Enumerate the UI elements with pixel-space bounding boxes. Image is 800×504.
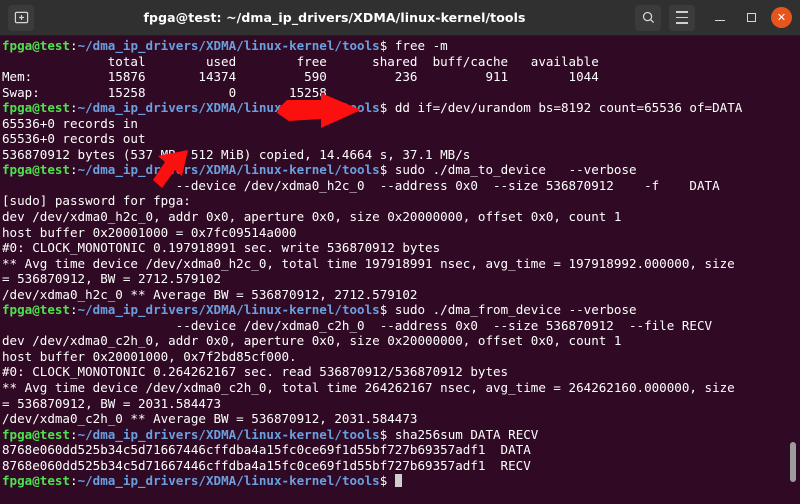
terminal-output-line: host buffer 0x20001000 = 0x7fc09514a000 bbox=[2, 225, 800, 241]
new-tab-icon[interactable] bbox=[8, 4, 34, 31]
terminal-output-text: #0: CLOCK_MONOTONIC 0.264262167 sec. rea… bbox=[2, 364, 509, 380]
terminal-output-line: 8768e060dd525b34c5d71667446cffdba4a15fc0… bbox=[2, 458, 800, 474]
terminal-prompt-line: fpga@test:~/dma_ip_drivers/XDMA/linux-ke… bbox=[2, 162, 800, 178]
prompt-path: ~/dma_ip_drivers/XDMA/linux-kernel/tools bbox=[77, 426, 380, 442]
terminal-output-text: [sudo] password for fpga: bbox=[2, 193, 191, 209]
terminal-output-line: = 536870912, BW = 2031.584473 bbox=[2, 396, 800, 412]
terminal-output-text: /dev/xdma0_h2c_0 ** Average BW = 5368709… bbox=[2, 286, 418, 302]
terminal-output-text: 8768e060dd525b34c5d71667446cffdba4a15fc0… bbox=[2, 457, 531, 473]
terminal-output-text: Swap: 15258 0 15258 bbox=[2, 84, 327, 100]
search-icon[interactable] bbox=[635, 4, 661, 31]
terminal-output-text: /dev/xdma0_c2h_0 ** Average BW = 5368709… bbox=[2, 411, 418, 427]
terminal-output-line: [sudo] password for fpga: bbox=[2, 193, 800, 209]
terminal-command: sha256sum DATA RECV bbox=[387, 426, 539, 442]
terminal-output-line: 536870912 bytes (537 MB, 512 MiB) copied… bbox=[2, 147, 800, 163]
terminal-output-text: dev /dev/xdma0_c2h_0, addr 0x0, aperture… bbox=[2, 333, 622, 349]
terminal-prompt-line: fpga@test:~/dma_ip_drivers/XDMA/linux-ke… bbox=[2, 38, 800, 54]
prompt-colon: : bbox=[70, 162, 78, 178]
prompt-user-host: fpga@test bbox=[2, 100, 70, 116]
terminal-output-text: --device /dev/xdma0_h2c_0 --address 0x0 … bbox=[2, 177, 720, 193]
terminal-command: sudo ./dma_to_device --verbose bbox=[387, 162, 637, 178]
prompt-colon: : bbox=[70, 38, 78, 53]
window-title: fpga@test: ~/dma_ip_drivers/XDMA/linux-k… bbox=[143, 10, 526, 25]
prompt-path: ~/dma_ip_drivers/XDMA/linux-kernel/tools bbox=[77, 473, 380, 489]
terminal-output-line: dev /dev/xdma0_c2h_0, addr 0x0, aperture… bbox=[2, 333, 800, 349]
terminal-output-line: host buffer 0x20001000, 0x7f2bd85cf000. bbox=[2, 349, 800, 365]
window-titlebar[interactable]: fpga@test: ~/dma_ip_drivers/XDMA/linux-k… bbox=[0, 0, 800, 36]
hamburger-menu-icon[interactable] bbox=[669, 4, 695, 31]
terminal-output-line: Swap: 15258 0 15258 bbox=[2, 85, 800, 101]
terminal-output-text: 65536+0 records out bbox=[2, 131, 146, 147]
terminal-output-text: 536870912 bytes (537 MB, 512 MiB) copied… bbox=[2, 146, 471, 162]
terminal-output-line: 8768e060dd525b34c5d71667446cffdba4a15fc0… bbox=[2, 442, 800, 458]
terminal-output-text: host buffer 0x20001000, 0x7f2bd85cf000. bbox=[2, 348, 297, 364]
terminal-output-line: --device /dev/xdma0_h2c_0 --address 0x0 … bbox=[2, 178, 800, 194]
terminal-command bbox=[387, 473, 395, 488]
terminal-output-line: = 536870912, BW = 2712.579102 bbox=[2, 271, 800, 287]
terminal-output-text: = 536870912, BW = 2712.579102 bbox=[2, 271, 222, 287]
prompt-user-host: fpga@test bbox=[2, 162, 70, 178]
prompt-user-host: fpga@test bbox=[2, 473, 70, 489]
prompt-colon: : bbox=[70, 426, 78, 442]
terminal-output-line: /dev/xdma0_c2h_0 ** Average BW = 5368709… bbox=[2, 411, 800, 427]
prompt-path: ~/dma_ip_drivers/XDMA/linux-kernel/tools bbox=[77, 162, 380, 178]
terminal-output-line: #0: CLOCK_MONOTONIC 0.197918991 sec. wri… bbox=[2, 240, 800, 256]
terminal-output-line: ** Avg time device /dev/xdma0_h2c_0, tot… bbox=[2, 256, 800, 272]
terminal-prompt-line: fpga@test:~/dma_ip_drivers/XDMA/linux-ke… bbox=[2, 302, 800, 318]
terminal-output-text: 65536+0 records in bbox=[2, 115, 138, 131]
terminal-command: free -m bbox=[387, 38, 448, 53]
prompt-path: ~/dma_ip_drivers/XDMA/linux-kernel/tools bbox=[77, 302, 380, 318]
prompt-colon: : bbox=[70, 473, 78, 489]
terminal-output-line: Mem: 15876 14374 590 236 911 1044 bbox=[2, 69, 800, 85]
prompt-colon: : bbox=[70, 100, 78, 116]
terminal-cursor bbox=[394, 474, 403, 488]
prompt-user-host: fpga@test bbox=[2, 302, 70, 318]
terminal-body[interactable]: fpga@test:~/dma_ip_drivers/XDMA/linux-ke… bbox=[0, 36, 800, 504]
terminal-output-text: ** Avg time device /dev/xdma0_h2c_0, tot… bbox=[2, 255, 735, 271]
terminal-prompt-line: fpga@test:~/dma_ip_drivers/XDMA/linux-ke… bbox=[2, 473, 800, 489]
terminal-output-text: host buffer 0x20001000 = 0x7fc09514a000 bbox=[2, 224, 297, 240]
terminal-scrollbar[interactable] bbox=[788, 36, 798, 504]
terminal-window: fpga@test: ~/dma_ip_drivers/XDMA/linux-k… bbox=[0, 0, 800, 504]
terminal-output-text: --device /dev/xdma0_c2h_0 --address 0x0 … bbox=[2, 317, 713, 333]
terminal-output-text: ** Avg time device /dev/xdma0_c2h_0, tot… bbox=[2, 380, 735, 396]
terminal-output-line: /dev/xdma0_h2c_0 ** Average BW = 5368709… bbox=[2, 287, 800, 303]
prompt-colon: : bbox=[70, 302, 78, 318]
terminal-output-text: dev /dev/xdma0_h2c_0, addr 0x0, aperture… bbox=[2, 209, 622, 225]
terminal-output-line: --device /dev/xdma0_c2h_0 --address 0x0 … bbox=[2, 318, 800, 334]
terminal-output-text: 8768e060dd525b34c5d71667446cffdba4a15fc0… bbox=[2, 442, 531, 458]
terminal-output-text: = 536870912, BW = 2031.584473 bbox=[2, 395, 222, 411]
terminal-prompt-line: fpga@test:~/dma_ip_drivers/XDMA/linux-ke… bbox=[2, 427, 800, 443]
prompt-path: ~/dma_ip_drivers/XDMA/linux-kernel/tools bbox=[77, 38, 380, 53]
terminal-output-line: 65536+0 records in bbox=[2, 116, 800, 132]
prompt-user-host: fpga@test bbox=[2, 38, 70, 53]
terminal-output-line: 65536+0 records out bbox=[2, 131, 800, 147]
terminal-output-line: dev /dev/xdma0_h2c_0, addr 0x0, aperture… bbox=[2, 209, 800, 225]
terminal-command: dd if=/dev/urandom bs=8192 count=65536 o… bbox=[387, 100, 743, 116]
terminal-output-text: Mem: 15876 14374 590 236 911 1044 bbox=[2, 69, 599, 85]
terminal-output-line: ** Avg time device /dev/xdma0_c2h_0, tot… bbox=[2, 380, 800, 396]
terminal-command: sudo ./dma_from_device --verbose bbox=[387, 302, 637, 318]
maximize-icon[interactable] bbox=[740, 7, 762, 29]
terminal-output-text: total used free shared buff/cache availa… bbox=[2, 53, 599, 69]
terminal-output-line: #0: CLOCK_MONOTONIC 0.264262167 sec. rea… bbox=[2, 364, 800, 380]
terminal-output-text: #0: CLOCK_MONOTONIC 0.197918991 sec. wri… bbox=[2, 240, 441, 256]
prompt-user-host: fpga@test bbox=[2, 426, 70, 442]
prompt-path: ~/dma_ip_drivers/XDMA/linux-kernel/tools bbox=[77, 100, 380, 116]
terminal-output-line: total used free shared buff/cache availa… bbox=[2, 54, 800, 70]
minimize-icon[interactable] bbox=[709, 7, 731, 29]
scrollbar-thumb[interactable] bbox=[790, 442, 796, 482]
terminal-prompt-line: fpga@test:~/dma_ip_drivers/XDMA/linux-ke… bbox=[2, 100, 800, 116]
terminal-screen: fpga@test:~/dma_ip_drivers/XDMA/linux-ke… bbox=[2, 38, 800, 489]
window-controls: ✕ bbox=[709, 7, 792, 29]
close-icon[interactable]: ✕ bbox=[771, 7, 792, 28]
